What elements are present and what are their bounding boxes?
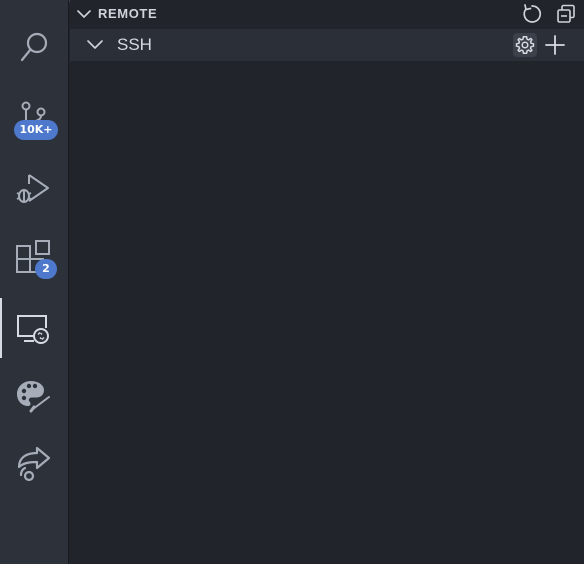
collapse-all-button[interactable] [555, 3, 577, 25]
activity-search[interactable] [0, 18, 68, 78]
collapse-all-icon [557, 4, 575, 23]
plus-icon [545, 35, 565, 55]
section-title: REMOTE [98, 6, 158, 21]
live-share-icon [17, 446, 51, 482]
palette-icon [17, 381, 50, 413]
run-debug-icon [16, 174, 49, 203]
activity-bar: 10K+ 2 [0, 0, 69, 564]
search-icon [20, 32, 48, 62]
add-ssh-host-button[interactable] [543, 33, 567, 57]
activity-remote-explorer[interactable] [0, 298, 68, 358]
ssh-targets-list [70, 61, 584, 564]
refresh-icon [523, 4, 542, 23]
activity-live-share[interactable] [0, 434, 68, 494]
activity-themes[interactable] [0, 366, 68, 426]
remote-explorer-sidebar: REMOTE SSH [70, 0, 584, 564]
chevron-down-icon [87, 40, 103, 49]
remote-section-header[interactable]: REMOTE [70, 0, 584, 28]
ssh-group-row[interactable]: SSH [70, 29, 584, 61]
remote-explorer-icon [17, 315, 49, 344]
chevron-down-icon [77, 10, 91, 18]
ssh-group-label: SSH [117, 35, 152, 54]
activity-run-and-debug[interactable] [0, 158, 68, 218]
extensions-badge: 2 [35, 259, 57, 279]
gear-icon [515, 36, 535, 54]
activity-extensions[interactable] [0, 228, 68, 288]
refresh-button[interactable] [521, 3, 543, 25]
source-control-badge: 10K+ [14, 120, 58, 140]
vscode-window: 10K+ 2 REMOTE SSH [0, 0, 584, 564]
ssh-settings-button[interactable] [513, 33, 537, 57]
